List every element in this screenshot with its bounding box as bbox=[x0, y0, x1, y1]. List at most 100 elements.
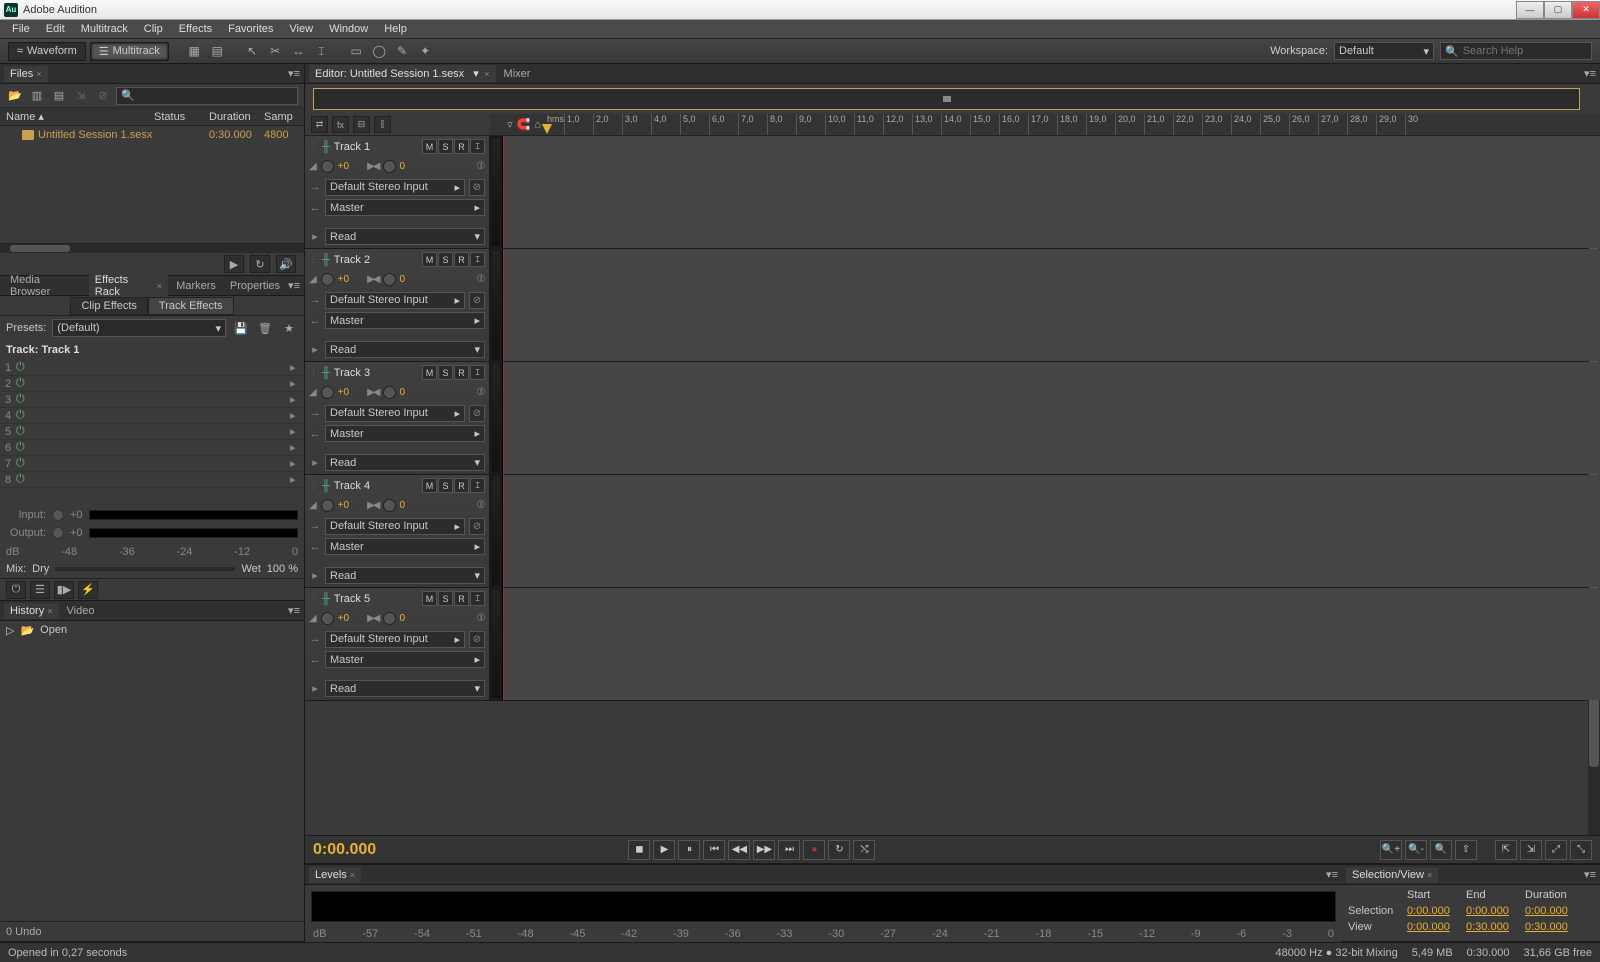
track-lane[interactable] bbox=[503, 475, 1600, 587]
menu-help[interactable]: Help bbox=[376, 23, 415, 35]
toggle-sends-button[interactable]: ⊟ bbox=[353, 116, 370, 133]
chevron-right-icon[interactable]: ▸ bbox=[290, 409, 304, 422]
toggle-fx-button[interactable]: fx bbox=[332, 116, 349, 133]
spectral-freq-icon[interactable]: ▦ bbox=[185, 42, 204, 61]
zoom-in-time-button[interactable]: 🔍+ bbox=[1380, 840, 1402, 860]
pan-value[interactable]: 0 bbox=[400, 161, 406, 172]
chevron-right-icon[interactable]: ▸ bbox=[290, 377, 304, 390]
brush-tool-icon[interactable]: ✎ bbox=[393, 42, 412, 61]
skip-selection-button[interactable]: ⤭ bbox=[853, 840, 875, 860]
menu-effects[interactable]: Effects bbox=[171, 23, 220, 35]
output-dropdown[interactable]: Master▸ bbox=[325, 538, 485, 555]
volume-knob[interactable] bbox=[321, 499, 334, 512]
input-dropdown[interactable]: Default Stereo Input▸ bbox=[325, 405, 465, 422]
view-duration[interactable]: 0:30.000 bbox=[1525, 921, 1580, 933]
col-sample[interactable]: Samp bbox=[264, 111, 304, 123]
spot-heal-tool-icon[interactable]: ✦ bbox=[416, 42, 435, 61]
marquee-tool-icon[interactable]: ▭ bbox=[347, 42, 366, 61]
panel-menu-icon[interactable]: ▾≡ bbox=[288, 279, 304, 292]
zoom-out-track-button[interactable]: ⇲ bbox=[1520, 840, 1542, 860]
chevron-right-icon[interactable]: ▸ bbox=[290, 361, 304, 374]
fx-slot[interactable]: 1 ⏻ ▸ bbox=[0, 360, 304, 376]
selection-start[interactable]: 0:00.000 bbox=[1407, 905, 1462, 917]
pan-knob[interactable] bbox=[383, 160, 396, 173]
ruler-marker-icon[interactable]: ▿ bbox=[507, 118, 513, 131]
panel-menu-icon[interactable]: ▾≡ bbox=[288, 604, 304, 617]
track-grip-icon[interactable]: ⋮ bbox=[309, 480, 318, 491]
panel-menu-icon[interactable]: ▾≡ bbox=[1584, 868, 1600, 881]
track-lane[interactable] bbox=[503, 362, 1600, 474]
delete-preset-icon[interactable]: 🗑 bbox=[256, 319, 274, 337]
output-dropdown[interactable]: Master▸ bbox=[325, 651, 485, 668]
volume-value[interactable]: +0 bbox=[338, 387, 349, 398]
pan-knob[interactable] bbox=[383, 386, 396, 399]
phase-icon[interactable]: ⦶ bbox=[477, 386, 485, 399]
arm-record-button[interactable]: R bbox=[454, 139, 469, 154]
mix-slider[interactable] bbox=[55, 567, 235, 571]
track-lane[interactable] bbox=[503, 249, 1600, 361]
automation-dropdown[interactable]: Read▾ bbox=[325, 228, 485, 245]
chevron-right-icon[interactable]: ▸ bbox=[290, 441, 304, 454]
close-icon[interactable]: × bbox=[482, 69, 490, 79]
chevron-down-icon[interactable]: ▾ bbox=[473, 67, 479, 80]
mute-button[interactable]: M bbox=[422, 139, 437, 154]
automation-expand-icon[interactable]: ▸ bbox=[309, 682, 321, 695]
menu-favorites[interactable]: Favorites bbox=[220, 23, 281, 35]
monitor-button[interactable]: 𝙸 bbox=[470, 591, 485, 606]
monitor-button[interactable]: 𝙸 bbox=[470, 478, 485, 493]
menu-file[interactable]: File bbox=[4, 23, 38, 35]
subtab-clip-effects[interactable]: Clip Effects bbox=[70, 297, 147, 315]
autoplay-button[interactable]: 🔊 bbox=[276, 255, 296, 273]
input-dropdown[interactable]: Default Stereo Input▸ bbox=[325, 292, 465, 309]
fx-bypass-button[interactable]: ⚡ bbox=[78, 581, 98, 599]
fx-slot-power-icon[interactable]: ⏻ bbox=[16, 393, 32, 406]
close-icon[interactable]: × bbox=[350, 870, 355, 880]
phase-icon[interactable]: ⦶ bbox=[477, 612, 485, 625]
tab-selection-view[interactable]: Selection/View× bbox=[1346, 867, 1438, 883]
selection-duration[interactable]: 0:00.000 bbox=[1525, 905, 1580, 917]
solo-button[interactable]: S bbox=[438, 139, 453, 154]
pan-knob[interactable] bbox=[383, 612, 396, 625]
automation-dropdown[interactable]: Read▾ bbox=[325, 454, 485, 471]
fx-slot[interactable]: 2 ⏻ ▸ bbox=[0, 376, 304, 392]
track-name[interactable]: Track 4 bbox=[334, 480, 418, 492]
chevron-right-icon[interactable]: ▸ bbox=[290, 457, 304, 470]
tab-editor[interactable]: Editor: Untitled Session 1.sesx ▾ × bbox=[309, 65, 496, 82]
fx-slot-power-icon[interactable]: ⏻ bbox=[16, 409, 32, 422]
pan-knob[interactable] bbox=[383, 499, 396, 512]
menu-clip[interactable]: Clip bbox=[136, 23, 171, 35]
file-row[interactable]: Untitled Session 1.sesx 0:30.000 4800 bbox=[0, 126, 304, 144]
tab-history[interactable]: History× bbox=[4, 603, 59, 619]
fx-slot-power-icon[interactable]: ⏻ bbox=[16, 441, 32, 454]
zoom-sel-out-button[interactable]: ⤡ bbox=[1570, 840, 1592, 860]
menu-view[interactable]: View bbox=[281, 23, 321, 35]
volume-value[interactable]: +0 bbox=[338, 613, 349, 624]
phase-icon[interactable]: ⦶ bbox=[477, 499, 485, 512]
fx-power-button[interactable]: ⏻ bbox=[6, 581, 26, 599]
track-name[interactable]: Track 1 bbox=[334, 141, 418, 153]
tab-levels[interactable]: Levels× bbox=[309, 867, 361, 883]
ruler-cti-icon[interactable]: ⌂ bbox=[534, 119, 541, 131]
fx-slot-power-icon[interactable]: ⏻ bbox=[16, 377, 32, 390]
close-file-icon[interactable]: ⊘ bbox=[94, 87, 112, 105]
volume-value[interactable]: +0 bbox=[338, 274, 349, 285]
input-gain-knob[interactable] bbox=[52, 509, 64, 521]
solo-button[interactable]: S bbox=[438, 591, 453, 606]
close-icon[interactable]: × bbox=[47, 606, 52, 616]
pan-knob[interactable] bbox=[383, 273, 396, 286]
automation-expand-icon[interactable]: ▸ bbox=[309, 230, 321, 243]
fx-slot-power-icon[interactable]: ⏻ bbox=[16, 361, 32, 374]
go-start-button[interactable]: ⏮ bbox=[703, 840, 725, 860]
go-end-button[interactable]: ⏭ bbox=[778, 840, 800, 860]
zoom-out-time-button[interactable]: 🔍- bbox=[1405, 840, 1427, 860]
arm-record-button[interactable]: R bbox=[454, 365, 469, 380]
import-icon[interactable]: ▤ bbox=[50, 87, 68, 105]
timecode-display[interactable]: 0:00.000 bbox=[313, 841, 376, 859]
track-grip-icon[interactable]: ⋮ bbox=[309, 254, 318, 265]
timeline-ruler[interactable]: ▿ 🧲 ⌂ hms 1,02,03,04,05,06,07,08,09,010,… bbox=[490, 114, 1600, 135]
pan-value[interactable]: 0 bbox=[400, 274, 406, 285]
history-item[interactable]: ▷ 📂 Open bbox=[0, 621, 304, 639]
favorite-preset-icon[interactable]: ★ bbox=[280, 319, 298, 337]
monitor-button[interactable]: 𝙸 bbox=[470, 252, 485, 267]
col-status[interactable]: Status bbox=[154, 111, 209, 123]
